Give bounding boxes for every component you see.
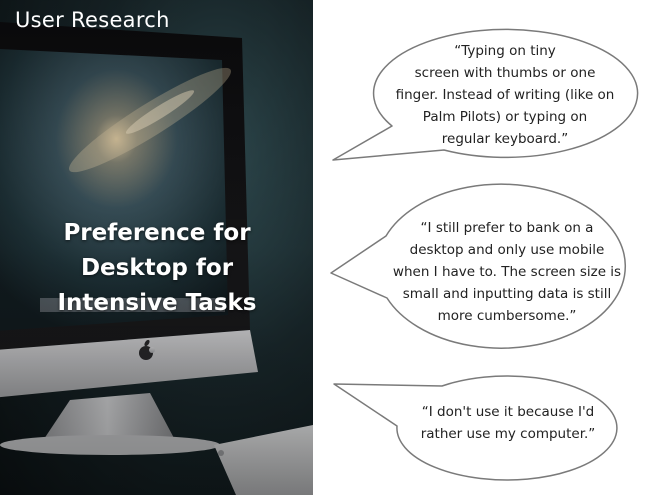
quote-line: screen with thumbs or one <box>414 65 596 81</box>
quote-line: when I have to. The screen size is <box>392 264 622 280</box>
quote-line: rather use my computer.” <box>420 426 596 442</box>
quote-line: “Typing on tiny <box>454 43 556 59</box>
background-photo-panel: User Research Preference for Desktop for… <box>0 0 313 495</box>
quote-line: Palm Pilots) or typing on <box>422 109 588 125</box>
quote-1: “Typing on tiny screen with thumbs or on… <box>380 40 630 150</box>
headline-line: Desktop for <box>80 255 234 281</box>
quote-line: more cumbersome.” <box>437 308 577 324</box>
headline-line: Preference for <box>63 220 251 246</box>
quote-2: “I still prefer to bank on a desktop and… <box>386 217 628 327</box>
headline-line: Intensive Tasks <box>57 290 257 316</box>
quote-3: “I don't use it because I'd rather use m… <box>398 401 618 445</box>
section-label: User Research <box>15 8 170 32</box>
quote-line: small and inputting data is still <box>402 286 612 302</box>
quote-line: finger. Instead of writing (like on <box>395 87 615 103</box>
quote-line: “I still prefer to bank on a <box>420 220 594 236</box>
quote-line: regular keyboard.” <box>441 131 569 147</box>
quote-line: “I don't use it because I'd <box>421 404 595 420</box>
quote-line: desktop and only use mobile <box>409 242 605 258</box>
slide-headline: Preference for Desktop for Intensive Tas… <box>10 216 304 321</box>
